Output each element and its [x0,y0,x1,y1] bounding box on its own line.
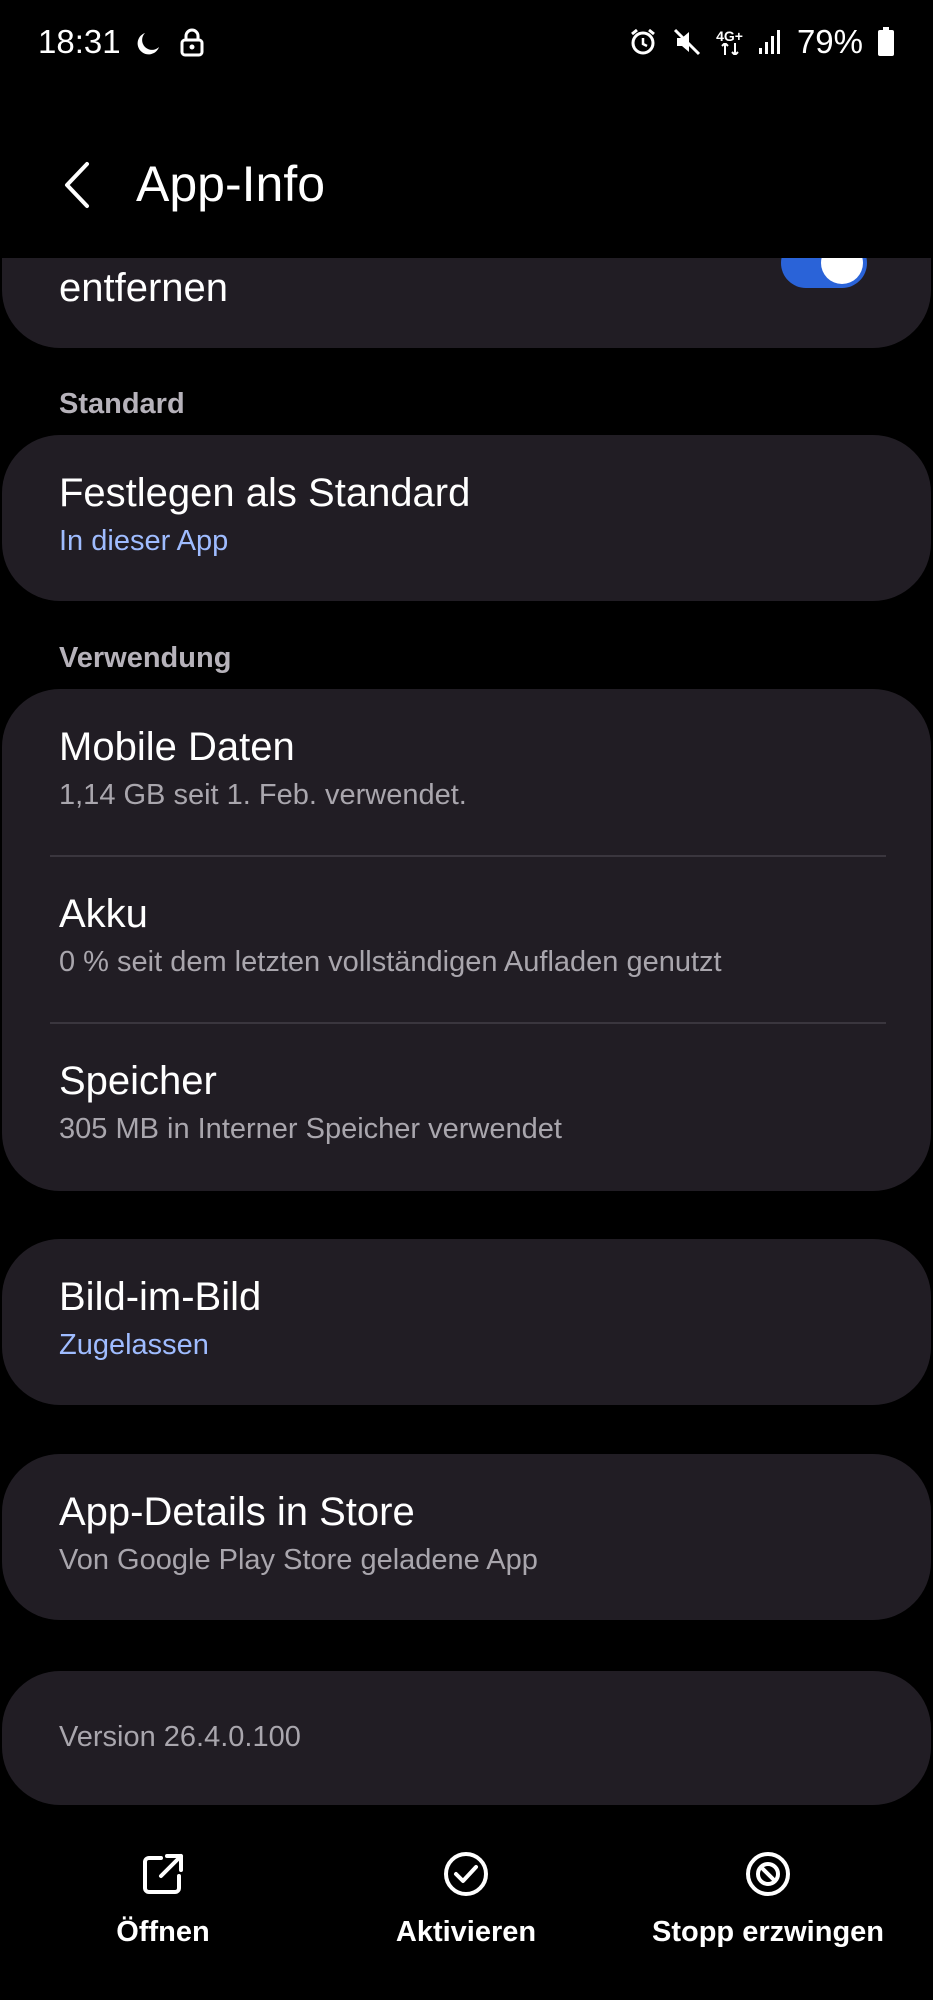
network-4g-icon: 4G+ [716,29,743,55]
dnd-moon-icon [135,27,165,57]
divider [50,1022,886,1024]
mobile-data-subtitle: 1,14 GB seit 1. Feb. verwendet. [59,779,467,811]
network-type-label: 4G+ [716,28,743,44]
force-stop-button-label: Stopp erzwingen [652,1916,884,1948]
block-icon [746,1852,790,1896]
version-text: Version 26.4.0.100 [59,1721,301,1753]
store-details-card[interactable]: App-Details in Store Von Google Play Sto… [2,1454,931,1620]
set-as-default-card[interactable]: Festlegen als Standard In dieser App [2,435,931,601]
picture-in-picture-subtitle: Zugelassen [59,1329,209,1361]
picture-in-picture-title: Bild-im-Bild [59,1275,262,1319]
auto-remove-toggle[interactable] [781,258,867,288]
section-label-standard: Standard [59,388,185,420]
status-bar-right: 4G+ 79% [628,23,895,61]
section-label-usage: Verwendung [59,642,232,674]
auto-remove-permissions-card[interactable]: entfernen [2,258,931,348]
store-details-item[interactable]: App-Details in Store Von Google Play Sto… [2,1488,931,1578]
version-card: Version 26.4.0.100 [2,1671,931,1805]
open-button[interactable]: Öffnen [98,1850,228,1949]
status-time: 18:31 [38,23,121,60]
force-stop-button[interactable]: Stopp erzwingen [648,1850,888,1949]
status-bar: 18:31 4G+ 79% [0,0,933,84]
battery-title: Akku [59,892,148,936]
version-item: Version 26.4.0.100 [2,1719,931,1755]
check-circle-icon [444,1852,488,1896]
picture-in-picture-item[interactable]: Bild-im-Bild Zugelassen [2,1273,931,1363]
open-external-icon [143,1854,183,1894]
toggle-thumb [821,258,863,284]
picture-in-picture-card[interactable]: Bild-im-Bild Zugelassen [2,1239,931,1405]
open-button-label: Öffnen [116,1916,210,1948]
alarm-icon [628,27,658,57]
set-as-default-title: Festlegen als Standard [59,471,471,515]
usage-item-storage[interactable]: Speicher 305 MB in Interner Speicher ver… [2,1057,931,1147]
store-details-title: App-Details in Store [59,1490,415,1534]
set-as-default-item[interactable]: Festlegen als Standard In dieser App [2,469,931,559]
usage-card: Mobile Daten 1,14 GB seit 1. Feb. verwen… [2,689,931,1191]
page-title: App-Info [136,156,326,212]
lock-icon [179,27,205,57]
activate-button-label: Aktivieren [395,1916,537,1948]
mobile-data-title: Mobile Daten [59,725,295,769]
battery-percent: 79% [796,23,863,60]
activate-button[interactable]: Aktivieren [385,1850,547,1949]
back-arrow-icon [65,162,89,208]
set-as-default-subtitle: In dieser App [59,525,229,557]
bottom-action-bar: Öffnen Aktivieren Stopp erzwingen [0,1850,933,2000]
battery-icon [877,27,895,57]
status-bar-left: 18:31 [38,23,205,61]
storage-subtitle: 305 MB in Interner Speicher verwendet [59,1113,562,1145]
usage-item-battery[interactable]: Akku 0 % seit dem letzten vollständigen … [2,890,931,980]
back-button[interactable] [52,150,102,220]
settings-scroll-area[interactable]: entfernen Standard Festlegen als Standar… [0,258,933,1818]
usage-item-mobile-data[interactable]: Mobile Daten 1,14 GB seit 1. Feb. verwen… [2,723,931,813]
app-header: App-Info [0,130,933,240]
divider [50,855,886,857]
mute-icon [672,27,702,57]
store-details-subtitle: Von Google Play Store geladene App [59,1544,538,1576]
battery-subtitle: 0 % seit dem letzten vollständigen Aufla… [59,946,722,978]
signal-icon [757,28,783,56]
storage-title: Speicher [59,1059,217,1103]
